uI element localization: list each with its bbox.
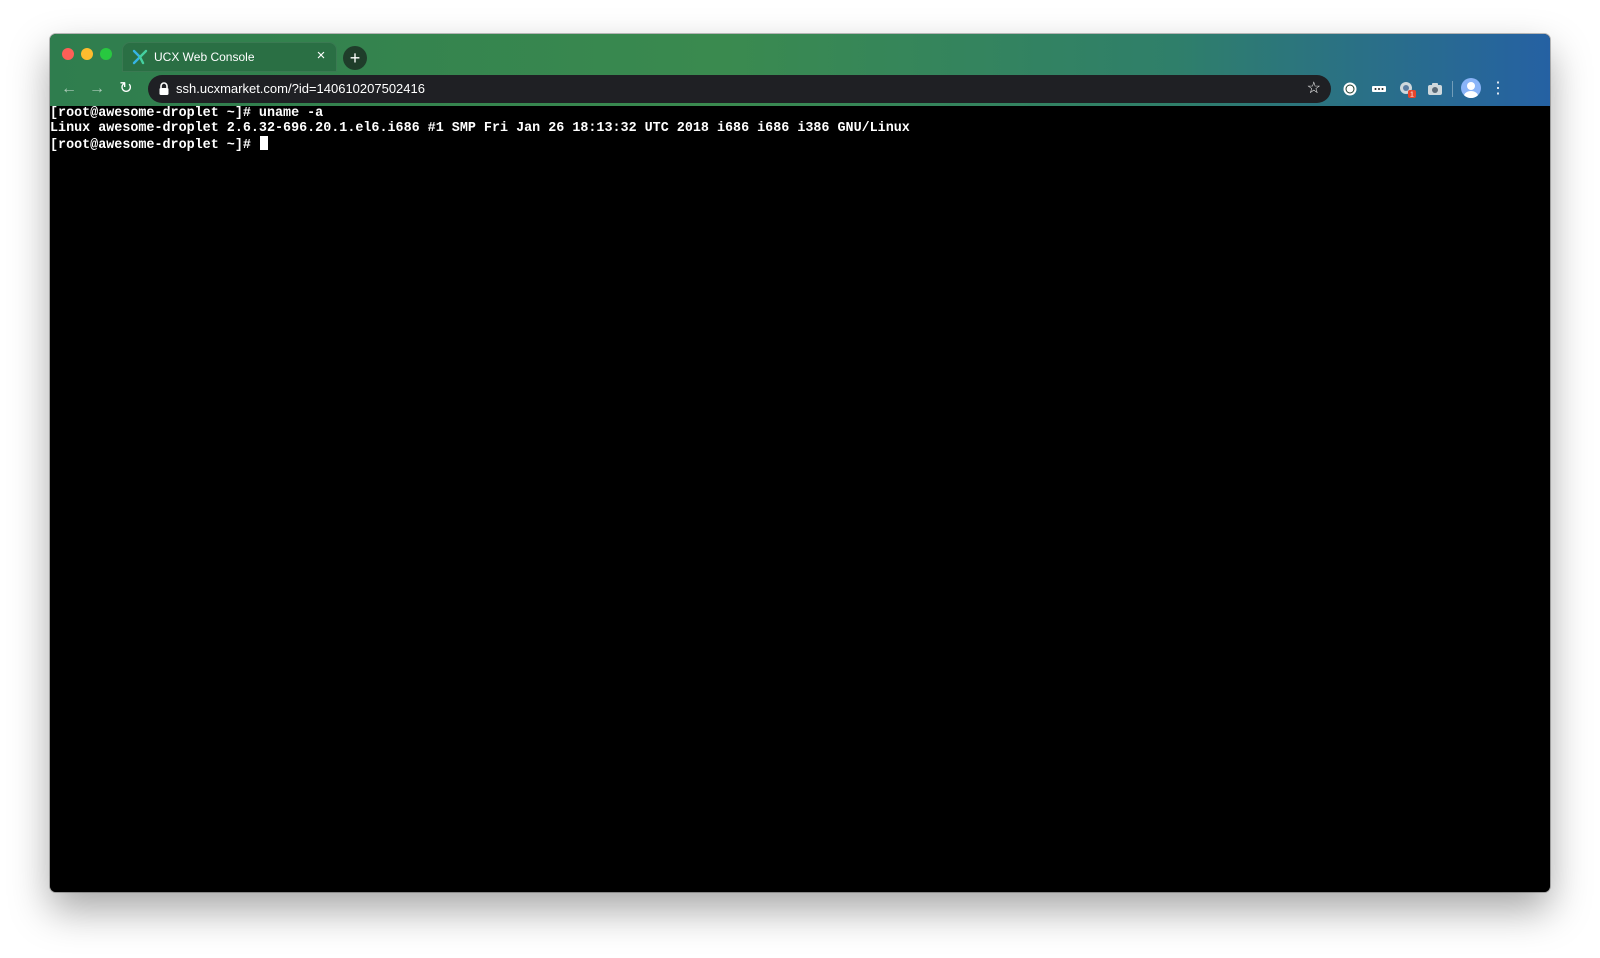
new-tab-button[interactable]: + bbox=[343, 46, 367, 70]
window-close-button[interactable] bbox=[62, 48, 74, 60]
extension-circle-icon[interactable] bbox=[1341, 80, 1359, 98]
browser-tab[interactable]: UCX Web Console × bbox=[122, 42, 337, 72]
svg-text:1: 1 bbox=[1410, 92, 1414, 99]
browser-chrome: UCX Web Console × + ← → ↻ ssh.ucxmarket.… bbox=[50, 34, 1550, 106]
tab-title: UCX Web Console bbox=[154, 50, 255, 64]
extension-badge-icon[interactable]: 1 bbox=[1398, 80, 1416, 98]
tab-close-icon[interactable]: × bbox=[313, 48, 329, 64]
terminal-prompt-line: [root@awesome-droplet ~]# bbox=[50, 136, 1550, 153]
camera-icon[interactable] bbox=[1426, 80, 1444, 98]
browser-menu-icon[interactable]: ⋮ bbox=[1490, 78, 1506, 100]
extension-dots-icon[interactable] bbox=[1370, 80, 1388, 98]
window-maximize-button[interactable] bbox=[100, 48, 112, 60]
terminal-cursor bbox=[259, 136, 268, 150]
terminal-prompt: [root@awesome-droplet ~]# bbox=[50, 138, 259, 153]
terminal-line: Linux awesome-droplet 2.6.32-696.20.1.el… bbox=[50, 121, 910, 136]
window-minimize-button[interactable] bbox=[81, 48, 93, 60]
ucx-logo-icon bbox=[132, 49, 148, 65]
browser-window: UCX Web Console × + ← → ↻ ssh.ucxmarket.… bbox=[50, 34, 1550, 892]
bookmark-star-icon[interactable]: ☆ bbox=[1307, 79, 1321, 99]
address-bar[interactable]: ssh.ucxmarket.com/?id=140610207502416 ☆ bbox=[148, 75, 1331, 103]
profile-avatar-icon[interactable] bbox=[1461, 78, 1481, 98]
reload-icon[interactable]: ↻ bbox=[115, 78, 137, 100]
browser-toolbar: ← → ↻ ssh.ucxmarket.com/?id=140610207502… bbox=[50, 72, 1550, 106]
lock-icon[interactable] bbox=[158, 82, 170, 96]
toolbar-divider bbox=[1452, 81, 1453, 97]
back-arrow-icon[interactable]: ← bbox=[58, 78, 80, 100]
terminal-line: [root@awesome-droplet ~]# uname -a bbox=[50, 106, 324, 121]
url-text[interactable]: ssh.ucxmarket.com/?id=140610207502416 bbox=[176, 81, 425, 96]
terminal-screen[interactable]: [root@awesome-droplet ~]# uname -a Linux… bbox=[50, 106, 1550, 892]
forward-arrow-icon[interactable]: → bbox=[86, 78, 108, 100]
